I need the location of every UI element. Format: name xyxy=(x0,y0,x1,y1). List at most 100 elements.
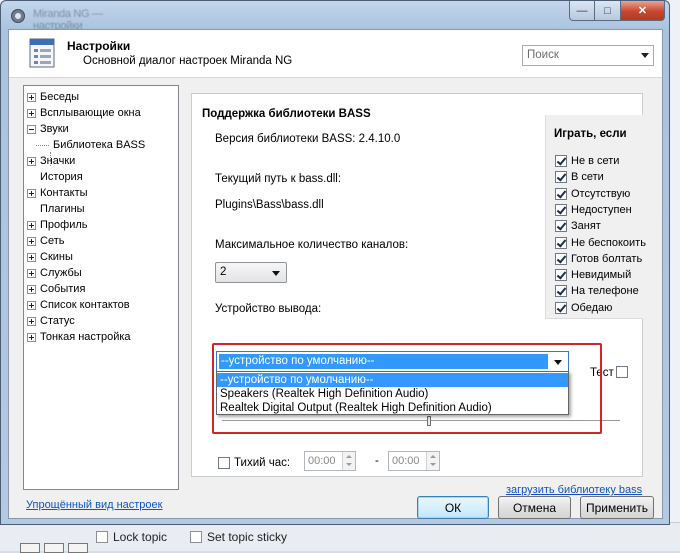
quiet-from-spinner[interactable]: 00:00 xyxy=(304,451,356,471)
expand-plus-icon[interactable] xyxy=(27,252,36,262)
search-dropdown[interactable]: Поиск xyxy=(522,45,654,66)
quiet-to-value: 00:00 xyxy=(392,455,420,467)
tree-item[interactable]: Контакты xyxy=(27,185,88,201)
tree-item-label: Звуки xyxy=(40,123,69,135)
tree-item[interactable]: Беседы xyxy=(27,89,79,105)
checkbox-box[interactable] xyxy=(555,187,567,200)
checkbox-box[interactable] xyxy=(555,220,567,233)
play-if-label: Невидимый xyxy=(571,269,632,282)
checkbox-box[interactable] xyxy=(555,285,567,298)
tree-item-label: Всплывающие окна xyxy=(40,107,141,119)
checkbox-box[interactable] xyxy=(555,171,567,184)
highlight-annotation-frame xyxy=(212,343,602,434)
expand-plus-icon[interactable] xyxy=(27,268,36,278)
checkbox-box[interactable] xyxy=(555,203,567,216)
spinner-arrows-icon[interactable] xyxy=(342,452,355,470)
expand-plus-icon[interactable] xyxy=(27,316,36,326)
play-if-checkbox[interactable]: Готов болтать xyxy=(555,251,642,267)
expand-plus-icon[interactable] xyxy=(27,332,36,342)
options-tree[interactable]: Беседы Всплывающие окна Звуки Библиотека BA… xyxy=(23,85,179,490)
play-if-label: Занят xyxy=(571,220,601,233)
miranda-app-icon[interactable] xyxy=(11,9,25,23)
tree-item[interactable]: Тонкая настройка xyxy=(27,329,131,345)
tree-item[interactable]: Список контактов xyxy=(27,297,130,313)
play-if-title: Играть, если xyxy=(554,128,627,140)
play-if-checkbox[interactable]: Занят xyxy=(555,218,601,234)
tree-item[interactable]: Плагины xyxy=(40,201,85,217)
tree-item-label: Плагины xyxy=(40,203,85,215)
play-if-checkbox[interactable]: В сети xyxy=(555,169,604,185)
play-if-checkbox[interactable]: Не в сети xyxy=(555,153,619,169)
chevron-down-icon[interactable] xyxy=(272,271,280,276)
lock-topic-checkbox[interactable]: Lock topic xyxy=(96,530,167,544)
tree-item[interactable]: Скины xyxy=(27,249,73,265)
checkbox-box[interactable] xyxy=(555,269,567,282)
tree-item[interactable]: События xyxy=(27,281,85,297)
play-if-checkbox[interactable]: Невидимый xyxy=(555,267,631,283)
tree-item[interactable]: Статус xyxy=(27,313,75,329)
tree-item[interactable]: История xyxy=(40,169,83,185)
tree-item[interactable]: Звуки xyxy=(27,121,69,137)
expand-plus-icon[interactable] xyxy=(27,220,36,230)
ok-button[interactable]: ОК xyxy=(417,496,489,519)
tree-item-label: Библиотека BASS xyxy=(53,139,146,151)
toolbar-button[interactable] xyxy=(44,543,64,553)
tree-item-label: Статус xyxy=(40,315,75,327)
expand-plus-icon[interactable] xyxy=(27,108,36,118)
checkbox-box[interactable] xyxy=(555,155,567,167)
load-bass-library-link[interactable]: загрузить библиотеку bass xyxy=(506,484,642,496)
tree-item-label: Список контактов xyxy=(40,299,130,311)
chevron-down-icon[interactable] xyxy=(641,53,649,58)
window-title: Miranda NG — настройки xyxy=(33,8,103,32)
play-if-checkbox[interactable]: Не беспокоить xyxy=(555,235,646,251)
tree-item[interactable]: Значки xyxy=(27,153,75,169)
quiet-to-spinner[interactable]: 00:00 xyxy=(388,451,440,471)
expand-plus-icon[interactable] xyxy=(27,284,36,294)
header-subtitle: Основной диалог настроек Miranda NG xyxy=(83,55,293,67)
tree-item[interactable]: Службы xyxy=(27,265,82,281)
toolbar-button[interactable] xyxy=(20,543,40,553)
close-button[interactable]: ✕ xyxy=(621,1,665,21)
test-checkbox[interactable] xyxy=(616,366,628,378)
tree-item[interactable]: Профиль xyxy=(27,217,88,233)
checkbox-box[interactable] xyxy=(555,301,567,314)
caption-buttons: — □ ✕ xyxy=(569,1,665,21)
tree-item-label: Контакты xyxy=(40,187,88,199)
checkbox-box[interactable] xyxy=(555,236,567,249)
background-toolbar xyxy=(20,543,88,553)
channels-combo[interactable]: 2 xyxy=(215,262,287,283)
tree-item[interactable]: Сеть xyxy=(27,233,64,249)
tree-item[interactable]: Всплывающие окна xyxy=(27,105,141,121)
expand-plus-icon[interactable] xyxy=(27,156,36,166)
play-if-checkbox[interactable]: Отсутствую xyxy=(555,186,630,202)
quiet-hours-checkbox[interactable] xyxy=(218,457,230,469)
play-if-checkbox[interactable]: Обедаю xyxy=(555,300,612,316)
output-device-label: Устройство вывода: xyxy=(215,303,322,315)
play-if-checkbox[interactable]: Недоступен xyxy=(555,202,632,218)
expand-plus-icon[interactable] xyxy=(27,92,36,102)
expand-plus-icon[interactable] xyxy=(27,236,36,246)
set-topic-sticky-label: Set topic sticky xyxy=(207,530,288,544)
checkbox-box[interactable] xyxy=(555,252,567,265)
minimize-button[interactable]: — xyxy=(569,1,595,21)
cancel-button[interactable]: Отмена xyxy=(498,496,571,519)
set-topic-sticky-checkbox[interactable]: Set topic sticky xyxy=(190,530,287,544)
tree-item-label: История xyxy=(40,171,83,183)
title-bar[interactable]: Miranda NG — настройки — □ ✕ xyxy=(1,1,669,32)
simple-view-link[interactable]: Упрощённый вид настроек xyxy=(26,499,162,511)
maximize-button[interactable]: □ xyxy=(595,1,621,21)
play-if-label: На телефоне xyxy=(571,285,639,298)
spinner-arrows-icon[interactable] xyxy=(426,452,439,470)
tree-item[interactable]: Библиотека BASS xyxy=(36,137,145,153)
toolbar-button[interactable] xyxy=(68,543,88,553)
play-if-label: Не беспокоить xyxy=(571,236,646,249)
collapse-minus-icon[interactable] xyxy=(27,124,36,134)
dialog-header: Настройки Основной диалог настроек Miran… xyxy=(9,30,662,78)
expand-plus-icon[interactable] xyxy=(27,300,36,310)
apply-button[interactable]: Применить xyxy=(580,496,654,519)
tree-item-label: Сеть xyxy=(40,235,65,247)
play-if-checkbox[interactable]: На телефоне xyxy=(555,283,639,299)
tree-item-label: Беседы xyxy=(40,91,80,103)
expand-plus-icon[interactable] xyxy=(27,188,36,198)
quiet-from-value: 00:00 xyxy=(308,455,336,467)
